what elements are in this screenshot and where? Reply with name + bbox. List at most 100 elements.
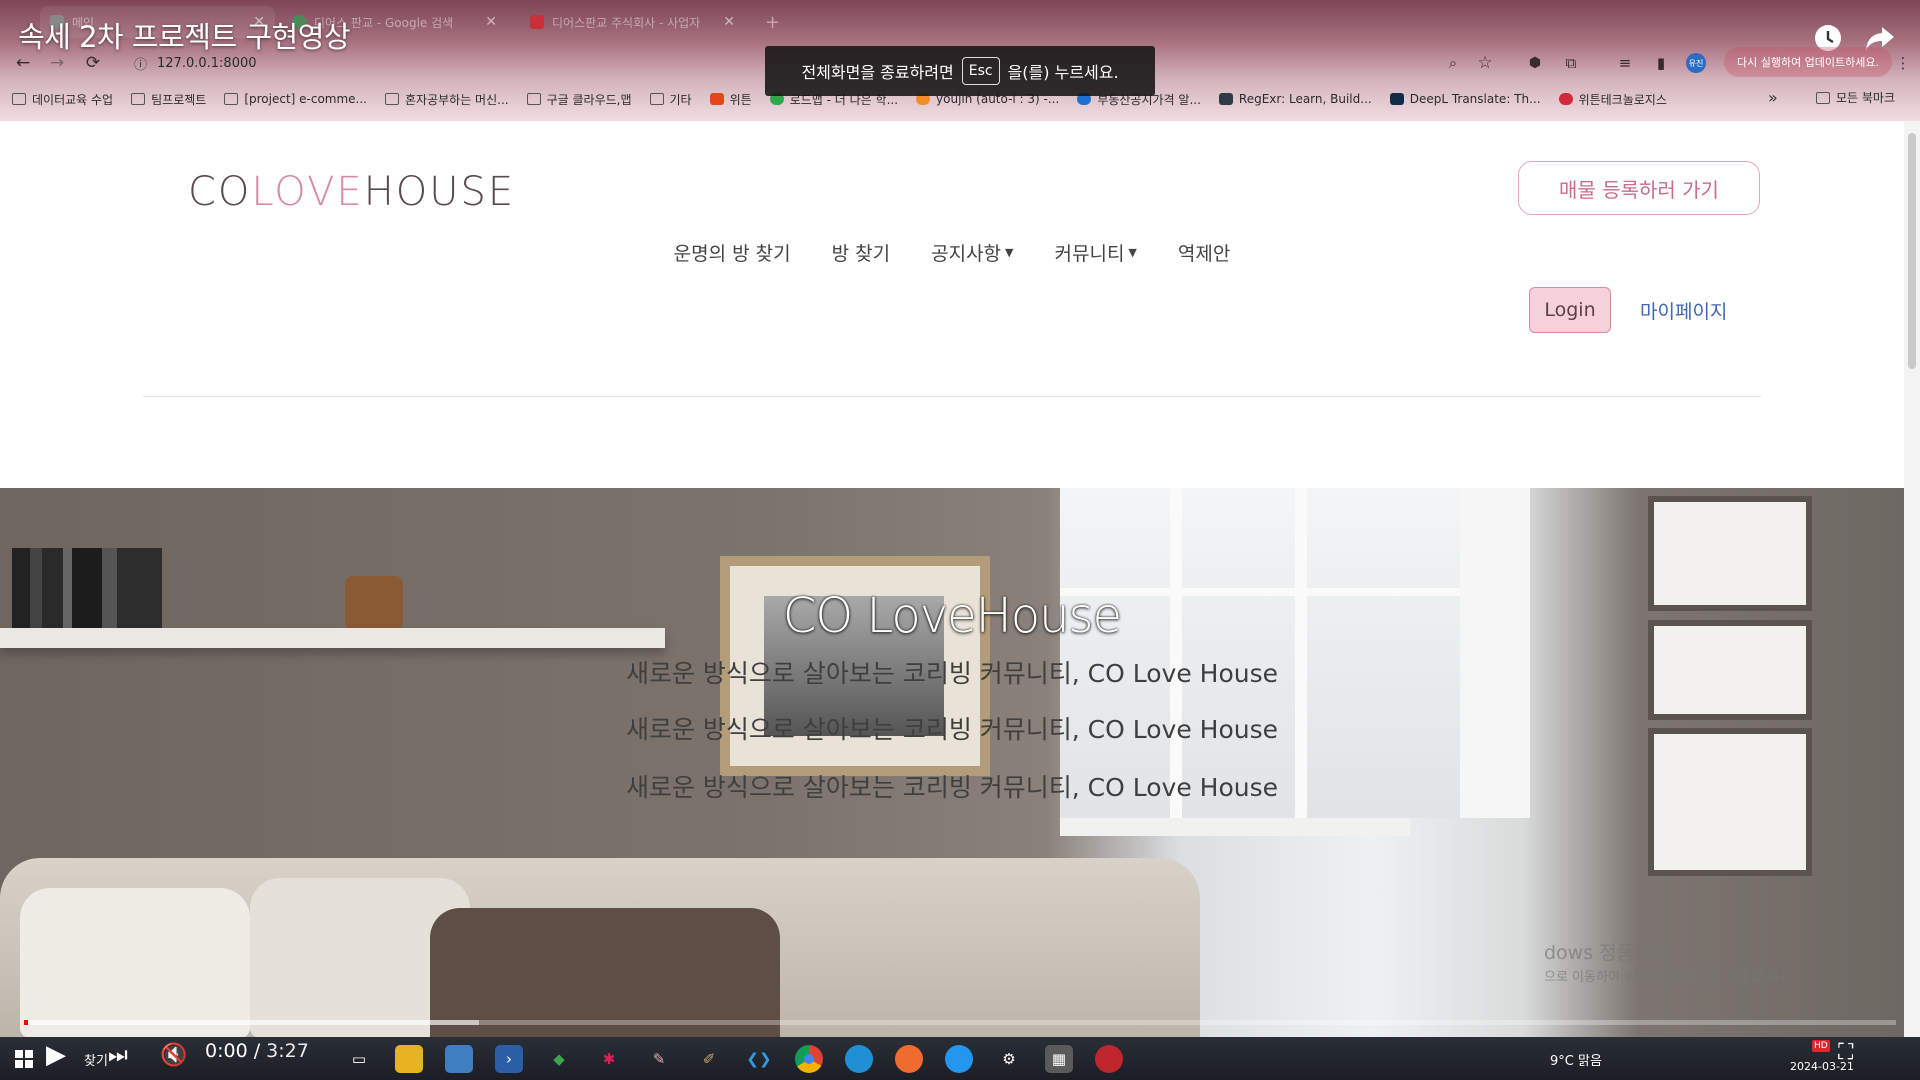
calculator-icon[interactable]: ▦ — [1045, 1045, 1073, 1073]
paint-icon[interactable]: ✎ — [645, 1045, 673, 1073]
mute-icon[interactable]: 🔇 — [160, 1043, 187, 1068]
deepl-favicon-icon — [1389, 93, 1404, 105]
bookmark-label: [project] e-comme... — [244, 92, 367, 106]
bookmark-item[interactable]: DeepL Translate: Th... — [1389, 92, 1541, 106]
bookmark-item[interactable]: [project] e-comme... — [224, 92, 367, 106]
extensions-puzzle-icon[interactable]: ⧉ — [1558, 50, 1584, 76]
bookmark-item[interactable]: 혼자공부하는 머신... — [385, 91, 509, 108]
side-panel-icon[interactable]: ▮ — [1648, 50, 1674, 76]
nav-community[interactable]: 커뮤니티 ▼ — [1055, 239, 1137, 266]
site-logo[interactable]: COLOVEHOUSE — [188, 169, 515, 215]
reload-icon[interactable]: ⟳ — [80, 50, 106, 76]
tool-icon[interactable]: ✐ — [695, 1045, 723, 1073]
hero-title: CO LoveHouse — [782, 588, 1122, 644]
bookmark-item[interactable]: 위튼 — [709, 91, 752, 108]
bookmark-item[interactable]: 데이터교육 수업 — [12, 91, 113, 108]
bookmark-item[interactable]: RegExr: Learn, Build... — [1218, 92, 1372, 106]
play-icon[interactable]: ▶ — [46, 1040, 66, 1070]
bookmark-item[interactable]: 구글 클라우드,맵 — [526, 91, 632, 108]
powershell-icon[interactable]: › — [495, 1045, 523, 1073]
vscode-icon[interactable]: ❮❯ — [745, 1045, 773, 1073]
all-bookmarks-button[interactable]: 모든 북마크 — [1816, 89, 1895, 106]
settings-icon[interactable]: ⚙ — [995, 1045, 1023, 1073]
nav-label: 역제안 — [1177, 243, 1231, 265]
caret-down-icon: ▼ — [1005, 246, 1014, 259]
next-icon[interactable]: ⏭ — [108, 1043, 128, 1068]
fullscreen-exit-toast: 전체화면을 종료하려면 Esc 을(를) 누르세요. — [765, 46, 1155, 96]
folder-icon — [12, 93, 26, 105]
nav-destiny-room[interactable]: 운명의 방 찾기 — [674, 239, 791, 266]
folder-icon — [131, 93, 146, 105]
login-button[interactable]: Login — [1529, 287, 1611, 333]
page-scrollbar[interactable] — [1904, 121, 1920, 1037]
bookmark-item[interactable]: 위튼테크놀로지스 — [1558, 91, 1667, 108]
site-info-icon[interactable]: ⓘ — [134, 54, 147, 73]
bookmark-item[interactable]: 기타 — [649, 91, 692, 108]
menu-kebab-icon[interactable]: ⋮ — [1890, 50, 1916, 76]
update-button[interactable]: 다시 실행하여 업데이트하세요. — [1724, 47, 1892, 77]
mypage-link[interactable]: 마이페이지 — [1640, 297, 1727, 324]
bookmarks-overflow-button[interactable]: » — [1768, 88, 1778, 107]
nav-label: 방 찾기 — [831, 243, 891, 265]
tab-business[interactable]: 디어스판교 주식회사 - 사업자 ✕ — [520, 6, 745, 38]
windows-icon[interactable] — [10, 1045, 38, 1073]
docker-icon[interactable] — [945, 1045, 973, 1073]
folder-icon — [385, 93, 399, 105]
slack-icon[interactable]: ✱ — [595, 1045, 623, 1073]
web-page: COLOVEHOUSE 매물 등록하러 가기 운명의 방 찾기 방 찾기 공지사… — [0, 121, 1904, 1037]
bookmark-label: 팀프로젝트 — [151, 92, 207, 107]
app-icon[interactable] — [445, 1045, 473, 1073]
nav-counter-offer[interactable]: 역제안 — [1178, 239, 1230, 266]
register-listing-button[interactable]: 매물 등록하러 가기 — [1518, 161, 1760, 215]
pillow-image — [430, 908, 780, 1037]
hero-tagline: 새로운 방식으로 살아보는 코리빙 커뮤니티, CO Love House — [625, 659, 1278, 688]
postman-icon[interactable] — [895, 1045, 923, 1073]
regexr-favicon-icon — [1218, 93, 1233, 105]
pillow-image — [20, 888, 250, 1037]
bookmark-label: 데이터교육 수업 — [32, 92, 114, 107]
extension-icon[interactable]: ⬢ — [1522, 50, 1548, 76]
esc-key: Esc — [961, 57, 1000, 85]
nav-notice[interactable]: 공지사항 ▼ — [931, 239, 1013, 266]
close-tab-icon[interactable]: ✕ — [723, 14, 735, 30]
zoom-icon[interactable]: ⌕ — [1440, 50, 1466, 76]
bookmark-label: 혼자공부하는 머신... — [405, 92, 509, 107]
bookmark-label: 구글 클라우드,맵 — [546, 92, 632, 107]
edge-icon[interactable] — [845, 1045, 873, 1073]
logo-part-love: LOVE — [251, 169, 364, 215]
back-icon[interactable]: ← — [10, 50, 36, 76]
task-view-icon[interactable]: ▭ — [345, 1045, 373, 1073]
toast-text-before: 전체화면을 종료하려면 — [801, 63, 954, 82]
bookmark-item[interactable]: 팀프로젝트 — [131, 91, 206, 108]
video-progress-bar[interactable] — [24, 1020, 1896, 1025]
media-control-icon[interactable]: ≡ — [1612, 50, 1638, 76]
bookmark-label: DeepL Translate: Th... — [1409, 92, 1541, 106]
file-explorer-icon[interactable] — [395, 1045, 423, 1073]
scrollbar-thumb[interactable] — [1908, 133, 1916, 369]
side-table-image — [1060, 818, 1410, 836]
url-text: 127.0.0.1:8000 — [157, 55, 257, 71]
time-separator: / — [247, 1040, 267, 1062]
nav-find-room[interactable]: 방 찾기 — [832, 239, 890, 266]
address-bar[interactable]: ⓘ 127.0.0.1:8000 — [124, 48, 764, 78]
logo-part-co: CO — [188, 169, 252, 215]
folder-icon — [1816, 91, 1830, 104]
nav-label: 커뮤니티 — [1054, 243, 1125, 265]
time-current: 0:00 — [205, 1040, 248, 1062]
bookmark-label: 위튼테크놀로지스 — [1578, 92, 1667, 107]
mongodb-icon[interactable]: ◆ — [545, 1045, 573, 1073]
wheeton-favicon-icon — [709, 93, 724, 105]
video-played — [24, 1020, 28, 1025]
chrome-icon[interactable] — [795, 1045, 823, 1073]
forward-icon[interactable]: → — [44, 50, 70, 76]
bookmark-star-icon[interactable]: ☆ — [1472, 50, 1498, 76]
close-tab-icon[interactable]: ✕ — [485, 14, 497, 30]
taskbar-weather[interactable]: 9°C 맑음 — [1550, 1050, 1602, 1069]
profile-avatar[interactable]: 유진 — [1686, 53, 1706, 73]
camera-icon[interactable] — [1095, 1045, 1123, 1073]
hero-tagline: 새로운 방식으로 살아보는 코리빙 커뮤니티, CO Love House — [625, 773, 1278, 802]
bookmark-label: RegExr: Learn, Build... — [1238, 92, 1372, 106]
new-tab-button[interactable]: + — [755, 6, 785, 38]
nav-label: 운명의 방 찾기 — [673, 243, 791, 265]
bookmark-label: 기타 — [669, 92, 692, 107]
